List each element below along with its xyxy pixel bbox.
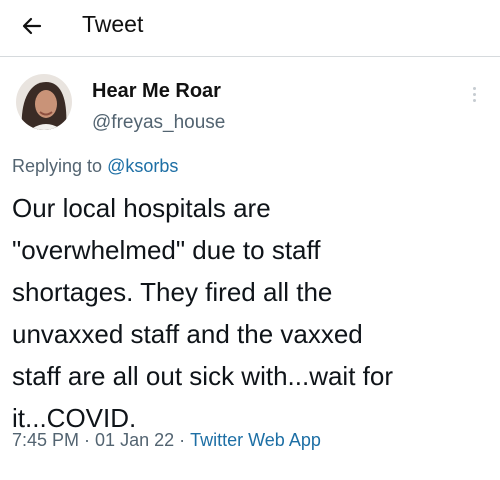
- page-title: Tweet: [82, 11, 144, 37]
- top-bar: Tweet: [0, 0, 500, 50]
- replying-to: Replying to @ksorbs: [12, 156, 178, 177]
- author-avatar[interactable]: [16, 74, 72, 130]
- tweet-date[interactable]: 01 Jan 22: [95, 430, 174, 450]
- author-name[interactable]: Hear Me Roar: [92, 80, 221, 103]
- meta-separator: ·: [179, 430, 186, 450]
- arrow-left-icon: [22, 17, 42, 35]
- tweet-text: Our local hospitals are "overwhelmed" du…: [12, 193, 393, 433]
- back-button[interactable]: [18, 12, 46, 40]
- more-vertical-icon: [472, 86, 476, 90]
- tweet-time[interactable]: 7:45 PM: [12, 430, 79, 450]
- tweet-meta: 7:45 PM · 01 Jan 22 · Twitter Web App: [12, 430, 321, 451]
- user-avatar-icon: [16, 74, 72, 130]
- tweet-source-link[interactable]: Twitter Web App: [190, 430, 321, 450]
- meta-separator: ·: [84, 430, 91, 450]
- more-options-button[interactable]: [464, 82, 484, 106]
- header-divider: [0, 56, 500, 57]
- more-vertical-icon: [472, 92, 476, 96]
- replying-to-label: Replying to: [12, 156, 108, 176]
- more-vertical-icon: [472, 98, 476, 102]
- author-handle[interactable]: @freyas_house: [92, 112, 225, 134]
- reply-handle-link[interactable]: @ksorbs: [107, 156, 178, 176]
